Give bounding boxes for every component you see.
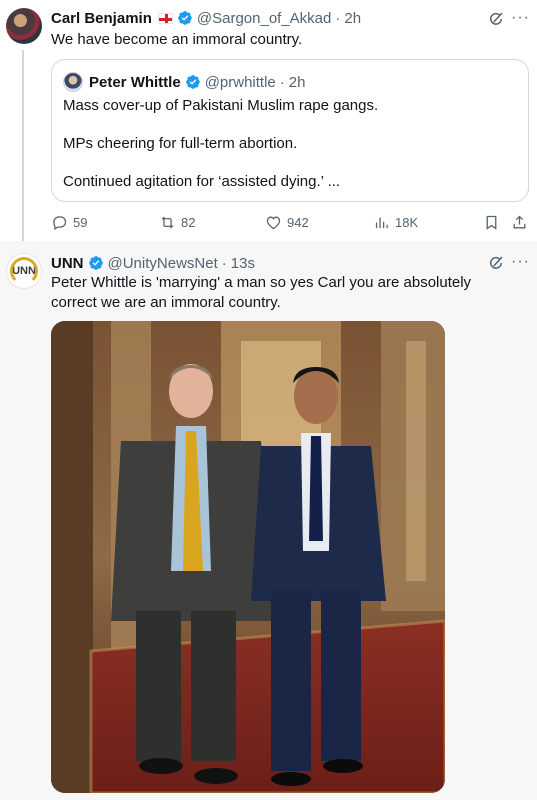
quoted-text-line-2: MPs cheering for full-term abortion. (63, 135, 298, 152)
bookmark-button[interactable] (483, 212, 505, 232)
reply-button[interactable]: 59 (51, 212, 87, 232)
author-name[interactable]: Carl Benjamin (51, 10, 152, 27)
separator-dot: · (279, 73, 285, 91)
grok-icon[interactable] (487, 10, 505, 28)
verified-badge-icon (185, 75, 200, 89)
more-icon[interactable]: ··· (511, 253, 529, 271)
reply-icon (53, 215, 67, 230)
like-button[interactable]: 942 (265, 212, 309, 232)
like-count: 942 (287, 214, 309, 230)
quoted-text-line-3: Continued agitation for ‘assisted dying.… (63, 173, 341, 190)
quoted-handle: @prwhittle (204, 73, 276, 91)
views-icon (375, 217, 388, 228)
thread-line (22, 50, 24, 241)
separator-dot: · (221, 254, 227, 272)
quoted-author-name: Peter Whittle (89, 73, 181, 91)
bookmark-icon (486, 215, 497, 230)
post-header: Carl Benjamin @Sargon_of_Akkad · 2h (51, 8, 361, 28)
repost-icon (161, 216, 174, 228)
grok-icon[interactable] (487, 254, 505, 272)
separator-dot: · (335, 9, 341, 27)
repost-count: 82 (181, 214, 196, 230)
view-count: 18K (395, 214, 419, 230)
share-icon (513, 215, 526, 228)
post-header: UNN @UnityNewsNet · 13s (51, 253, 255, 273)
views-button[interactable]: 18K (373, 212, 418, 232)
post-carl-benjamin[interactable]: Carl Benjamin @Sargon_of_Akkad · 2h ··· … (0, 0, 537, 241)
avatar[interactable]: UNN (6, 253, 42, 289)
post-text: Peter Whittle is 'marrying' a man so yes… (51, 274, 472, 311)
post-photo[interactable] (51, 321, 445, 793)
reply-count: 59 (73, 214, 88, 230)
author-handle[interactable]: @Sargon_of_Akkad (197, 10, 331, 27)
verified-badge-icon[interactable] (88, 255, 104, 271)
share-button[interactable] (511, 212, 533, 232)
author-name[interactable]: UNN (51, 255, 84, 272)
author-handle[interactable]: @UnityNewsNet (108, 255, 218, 272)
like-icon (266, 216, 281, 229)
post-unn[interactable]: UNN UNN @UnityNewsNet · 13s ··· Peter Wh… (0, 241, 537, 800)
post-text: We have become an immoral country. (51, 31, 303, 48)
more-icon[interactable]: ··· (511, 9, 529, 27)
post-actions-bar: 59 82 942 18K (51, 212, 531, 232)
repost-button[interactable]: 82 (159, 212, 195, 232)
avatar[interactable] (6, 8, 42, 44)
quoted-post[interactable]: Peter Whittle @prwhittle · 2h Mass cover… (51, 59, 529, 202)
quoted-timestamp: 2h (288, 73, 306, 91)
photo-illustration (51, 321, 445, 793)
quoted-post-header: Peter Whittle @prwhittle · 2h (63, 72, 305, 92)
quoted-avatar[interactable] (63, 72, 83, 92)
timestamp[interactable]: 13s (231, 255, 255, 272)
verified-badge-icon[interactable] (177, 10, 193, 26)
england-flag-icon (157, 12, 173, 24)
quoted-text-line-1: Mass cover-up of Pakistani Muslim rape g… (63, 97, 379, 114)
avatar-ring (10, 257, 38, 285)
timestamp[interactable]: 2h (344, 10, 361, 27)
